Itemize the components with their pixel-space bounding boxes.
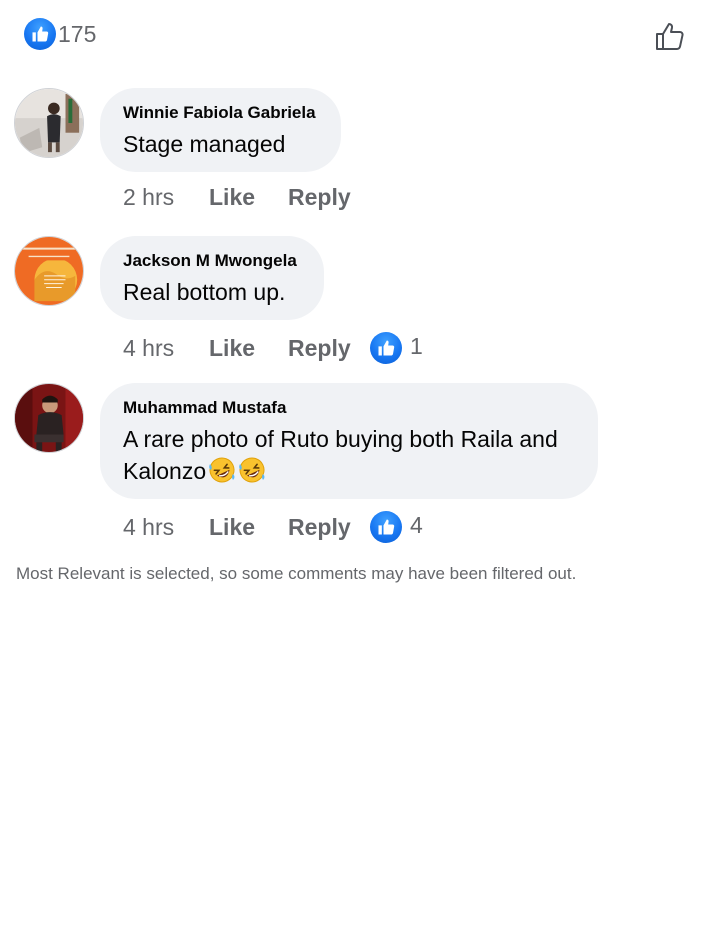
comment-reaction-count: 4 [410,511,423,538]
comment-bubble: Muhammad Mustafa A rare photo of Ruto bu… [100,383,598,499]
comment-reactions[interactable]: 4 [370,511,423,543]
comment-reaction-count: 1 [410,332,423,359]
comment-author[interactable]: Muhammad Mustafa [123,397,574,419]
thumb-up-icon [378,340,395,356]
like-reaction-icon [370,332,402,364]
reactions-count: 175 [58,20,97,47]
comment-like-button[interactable]: Like [209,335,288,362]
comment-text: A rare photo of Ruto buying both Raila a… [123,423,574,487]
comment-like-button[interactable]: Like [209,184,288,211]
comment-timestamp[interactable]: 4 hrs [123,335,209,362]
thumb-up-icon [32,26,49,42]
comment-actions: 4 hrs Like Reply 4 [123,511,423,543]
reactions-summary[interactable]: 175 [24,18,96,50]
like-reaction-icon [370,511,402,543]
comment-reactions[interactable]: 1 [370,332,423,364]
filter-notice: Most Relevant is selected, so some comme… [16,564,577,583]
comment-text-line: A rare photo of Ruto buying both Raila a… [123,426,558,452]
comment-author[interactable]: Winnie Fabiola Gabriela [123,102,317,124]
user-photo-icon [15,384,83,452]
comment-reply-button[interactable]: Reply [288,335,370,362]
reactions-bar: 175 [0,0,720,70]
comment-text: Real bottom up. [123,279,286,305]
book-cover-icon [15,237,83,305]
user-photo-icon [15,89,83,157]
avatar[interactable] [14,383,84,453]
comment-actions: 2 hrs Like Reply [123,184,370,211]
like-post-button[interactable] [652,18,688,54]
rolling-on-floor-laughing-emoji-icon [238,456,266,484]
comment-timestamp[interactable]: 4 hrs [123,514,209,541]
avatar[interactable] [14,88,84,158]
comment-timestamp[interactable]: 2 hrs [123,184,209,211]
thumb-up-icon [378,519,395,535]
comment-bubble: Winnie Fabiola Gabriela Stage managed [100,88,341,172]
comment-author[interactable]: Jackson M Mwongela [123,250,300,272]
comment-text-line: Kalonzo [123,458,207,484]
comment-actions: 4 hrs Like Reply 1 [123,332,423,364]
rolling-on-floor-laughing-emoji-icon [208,456,236,484]
comment-bubble: Jackson M Mwongela Real bottom up. [100,236,324,320]
comment-like-button[interactable]: Like [209,514,288,541]
comment-text: Stage managed [123,131,286,157]
comment-reply-button[interactable]: Reply [288,184,370,211]
thumb-up-outline-icon [656,23,684,50]
avatar[interactable] [14,236,84,306]
comment-reply-button[interactable]: Reply [288,514,370,541]
like-reaction-icon [24,18,56,50]
